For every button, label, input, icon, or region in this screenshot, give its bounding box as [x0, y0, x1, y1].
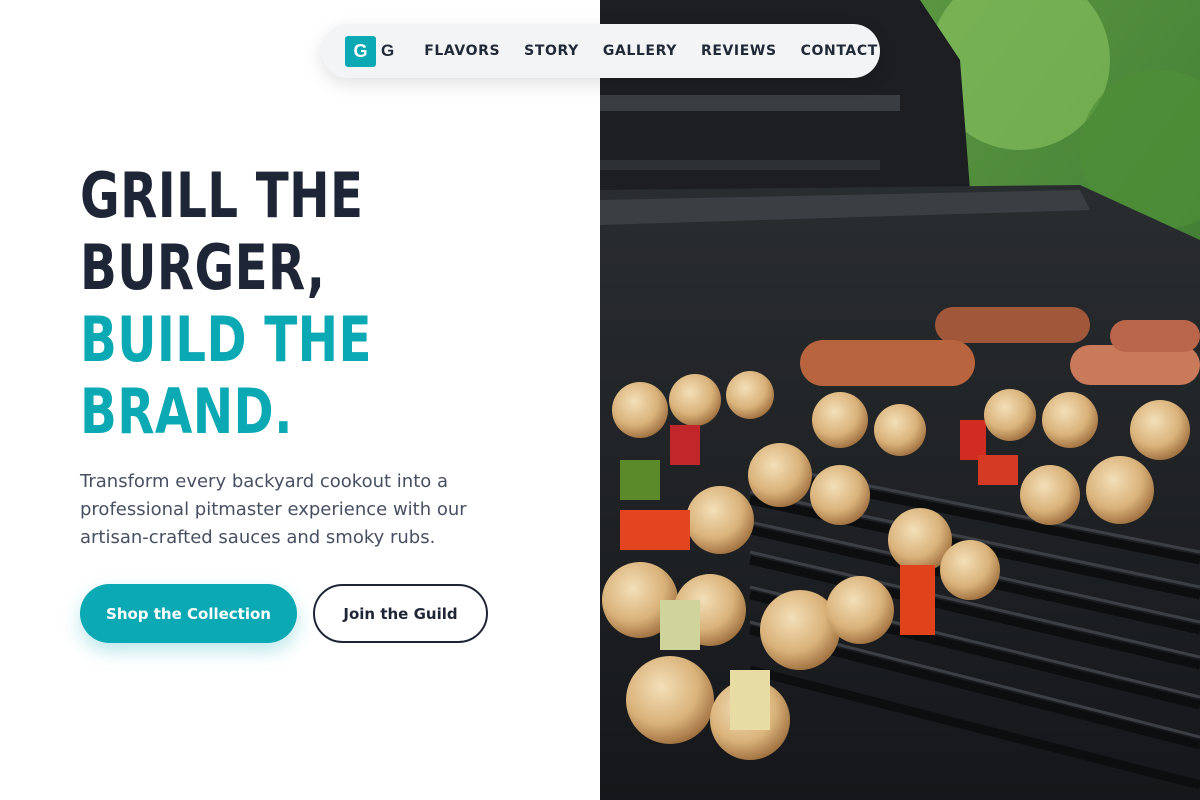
logo-text: G	[381, 41, 395, 60]
hero-headline: GRILL THE BURGER, BUILD THE BRAND.	[80, 160, 470, 448]
logo-mark: G	[345, 35, 376, 67]
headline-line-3: BUILD THE	[80, 303, 372, 376]
headline-line-2: BURGER,	[80, 231, 326, 304]
nav-link-reviews[interactable]: REVIEWS	[701, 43, 777, 59]
join-guild-button[interactable]: Join the Guild	[313, 584, 488, 643]
nav-link-story[interactable]: STORY	[524, 43, 579, 59]
shop-collection-button[interactable]: Shop the Collection	[80, 584, 297, 643]
nav-link-contact[interactable]: CONTACT	[801, 43, 878, 59]
main-nav: G G FLAVORS STORY GALLERY REVIEWS CONTAC…	[321, 24, 880, 78]
brand-logo[interactable]: G G	[345, 35, 395, 67]
hero-grill-image	[600, 0, 1200, 800]
hero-description: Transform every backyard cookout into a …	[80, 471, 467, 548]
nav-link-gallery[interactable]: GALLERY	[603, 43, 677, 59]
nav-link-flavors[interactable]: FLAVORS	[424, 43, 500, 59]
headline-line-1: GRILL THE	[80, 159, 364, 232]
headline-line-4: BRAND.	[80, 375, 293, 448]
